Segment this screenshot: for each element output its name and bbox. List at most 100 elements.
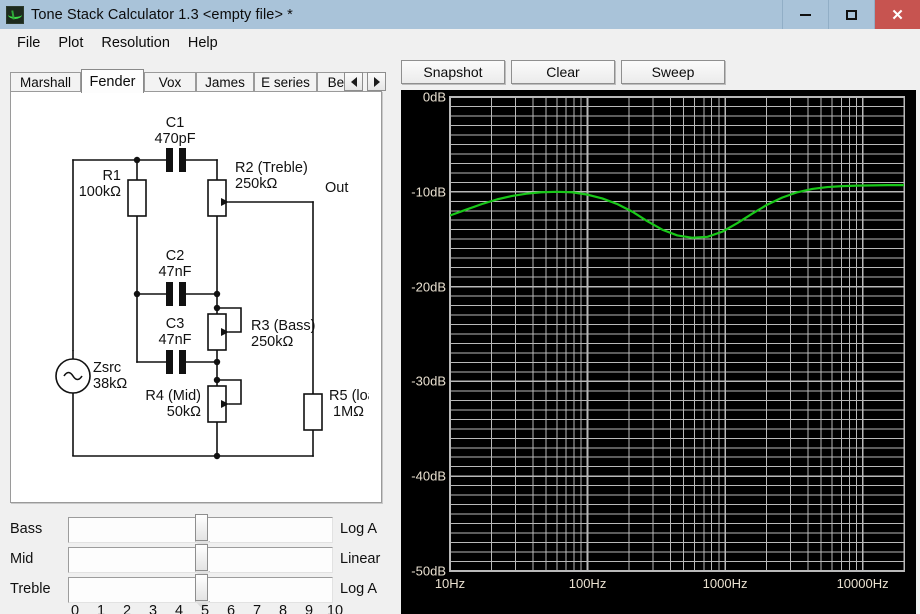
sweep-button[interactable]: Sweep (621, 60, 725, 84)
x-tick-10Hz: 10Hz (434, 576, 466, 591)
slider-scale-3: 3 (148, 603, 158, 614)
label-c1-value: 470pF (154, 131, 195, 147)
chevron-right-icon (373, 76, 380, 87)
y-tick--30dB: -30dB (411, 373, 446, 389)
tone-stack-calculator-window: Tone Stack Calculator 1.3 <empty file> *… (0, 0, 920, 614)
resistor-r5-load (303, 393, 323, 431)
label-r5-name: R5 (load) (329, 388, 369, 404)
maximize-button[interactable] (828, 0, 874, 29)
label-zsrc-value: 38kΩ (93, 376, 127, 392)
slider-scale-5: 5 (200, 603, 210, 614)
window-title: Tone Stack Calculator 1.3 <empty file> * (31, 6, 293, 23)
slider-bass[interactable] (68, 514, 333, 543)
slider-scale-1: 1 (96, 603, 106, 614)
x-axis-labels: 10Hz 100Hz 1000Hz 10000Hz (401, 576, 916, 598)
app-icon (6, 5, 24, 24)
left-pane: Marshall Fender Vox James E series Benc (0, 56, 396, 614)
slider-row-treble: Treble Log A (0, 574, 396, 605)
menu-item-plot[interactable]: Plot (49, 32, 92, 54)
close-icon: ✕ (891, 6, 904, 24)
right-pane: Snapshot Clear Sweep 0dB -10dB -20dB -30dB -… (396, 56, 920, 614)
circuit-diagram-panel: C1 470pF C2 47nF C3 47nF R1 100kΩ R2 (Tr… (10, 91, 382, 503)
frequency-response-plot[interactable]: 0dB -10dB -20dB -30dB -40dB -50dB 10Hz 100Hz 10… (401, 90, 916, 614)
slider-taper-mid: Linear (340, 551, 381, 567)
chevron-left-icon (350, 76, 357, 87)
tab-e-series[interactable]: E series (254, 72, 317, 92)
slider-scale-9: 9 (304, 603, 314, 614)
minimize-button[interactable] (782, 0, 828, 29)
menu-item-file[interactable]: File (8, 32, 49, 54)
tab-james[interactable]: James (196, 72, 254, 92)
slider-row-mid: Mid Linear (0, 544, 396, 575)
y-tick--10dB: -10dB (411, 184, 446, 200)
capacitor-c2 (166, 282, 186, 306)
tab-marshall[interactable]: Marshall (10, 72, 81, 92)
tab-scroll-right-button[interactable] (367, 72, 386, 91)
slider-taper-treble: Log A (340, 581, 378, 597)
slider-thumb-mid[interactable] (195, 544, 208, 571)
response-curve-svg (450, 97, 904, 571)
label-c3-value: 47nF (158, 332, 191, 348)
slider-scale-4: 4 (174, 603, 184, 614)
plot-toolbar: Snapshot Clear Sweep (396, 56, 920, 91)
label-r3-name: R3 (Bass) (251, 318, 315, 334)
menu-item-help[interactable]: Help (179, 32, 227, 54)
slider-mid[interactable] (68, 544, 333, 573)
label-r4-name: R4 (Mid) (145, 388, 201, 404)
label-r2-name: R2 (Treble) (235, 160, 308, 176)
slider-treble[interactable] (68, 574, 333, 603)
menu-bar: File Plot Resolution Help (0, 29, 920, 56)
minimize-icon (800, 13, 811, 16)
tab-fender[interactable]: Fender (81, 69, 144, 93)
slider-scale-7: 7 (252, 603, 262, 614)
slider-scale-6: 6 (226, 603, 236, 614)
label-r2-value: 250kΩ (235, 176, 277, 192)
y-tick-0dB: 0dB (422, 90, 446, 105)
slider-label-bass: Bass (10, 521, 43, 537)
label-r1-name: R1 (102, 168, 121, 184)
circuit-canvas: C1 470pF C2 47nF C3 47nF R1 100kΩ R2 (Tr… (25, 104, 369, 492)
label-c2-value: 47nF (158, 264, 191, 280)
y-tick--20dB: -20dB (411, 279, 446, 295)
resistor-r1 (127, 179, 147, 217)
slider-thumb-treble[interactable] (195, 574, 208, 601)
slider-scale-2: 2 (122, 603, 132, 614)
tab-vox[interactable]: Vox (144, 72, 196, 92)
label-c3-name: C3 (166, 316, 185, 332)
circuit-schematic-svg: C1 470pF C2 47nF C3 47nF R1 100kΩ R2 (Tr… (55, 115, 369, 460)
menu-item-resolution[interactable]: Resolution (92, 32, 179, 54)
slider-scale-0: 0 (70, 603, 80, 614)
y-axis-labels: 0dB -10dB -20dB -30dB -40dB -50dB (401, 90, 446, 590)
label-c2-name: C2 (166, 248, 185, 264)
label-r4-value: 50kΩ (167, 404, 201, 420)
maximize-icon (846, 9, 857, 20)
x-tick-1000Hz: 1000Hz (702, 576, 748, 591)
slider-scale-10: 10 (326, 603, 344, 614)
clear-button[interactable]: Clear (511, 60, 615, 84)
tone-controls: Bass Log A Mid Linear Treble Log A 0 1 2… (0, 511, 396, 614)
x-tick-10000Hz: 10000Hz (836, 576, 889, 591)
tab-scroll-left-button[interactable] (344, 72, 363, 91)
slider-taper-bass: Log A (340, 521, 378, 537)
x-tick-100Hz: 100Hz (568, 576, 607, 591)
snapshot-button[interactable]: Snapshot (401, 60, 505, 84)
capacitor-c1 (166, 148, 186, 172)
capacitor-c3 (166, 350, 186, 374)
y-tick--40dB: -40dB (411, 468, 446, 484)
tab-strip: Marshall Fender Vox James E series Benc (10, 69, 396, 93)
label-r1-value: 100kΩ (79, 184, 121, 200)
plot-grid-area (449, 96, 905, 572)
slider-scale: 0 1 2 3 4 5 6 7 8 9 10 (60, 603, 350, 614)
label-r3-value: 250kΩ (251, 334, 293, 350)
slider-thumb-bass[interactable] (195, 514, 208, 541)
label-out: Out (325, 180, 348, 196)
label-zsrc-name: Zsrc (93, 360, 121, 376)
slider-scale-8: 8 (278, 603, 288, 614)
slider-label-treble: Treble (10, 581, 51, 597)
title-bar: Tone Stack Calculator 1.3 <empty file> *… (0, 0, 920, 29)
close-button[interactable]: ✕ (874, 0, 920, 29)
slider-row-bass: Bass Log A (0, 514, 396, 545)
label-r5-value: 1MΩ (333, 404, 364, 420)
resistor-r2-treble (207, 179, 227, 217)
label-c1-name: C1 (166, 115, 185, 131)
